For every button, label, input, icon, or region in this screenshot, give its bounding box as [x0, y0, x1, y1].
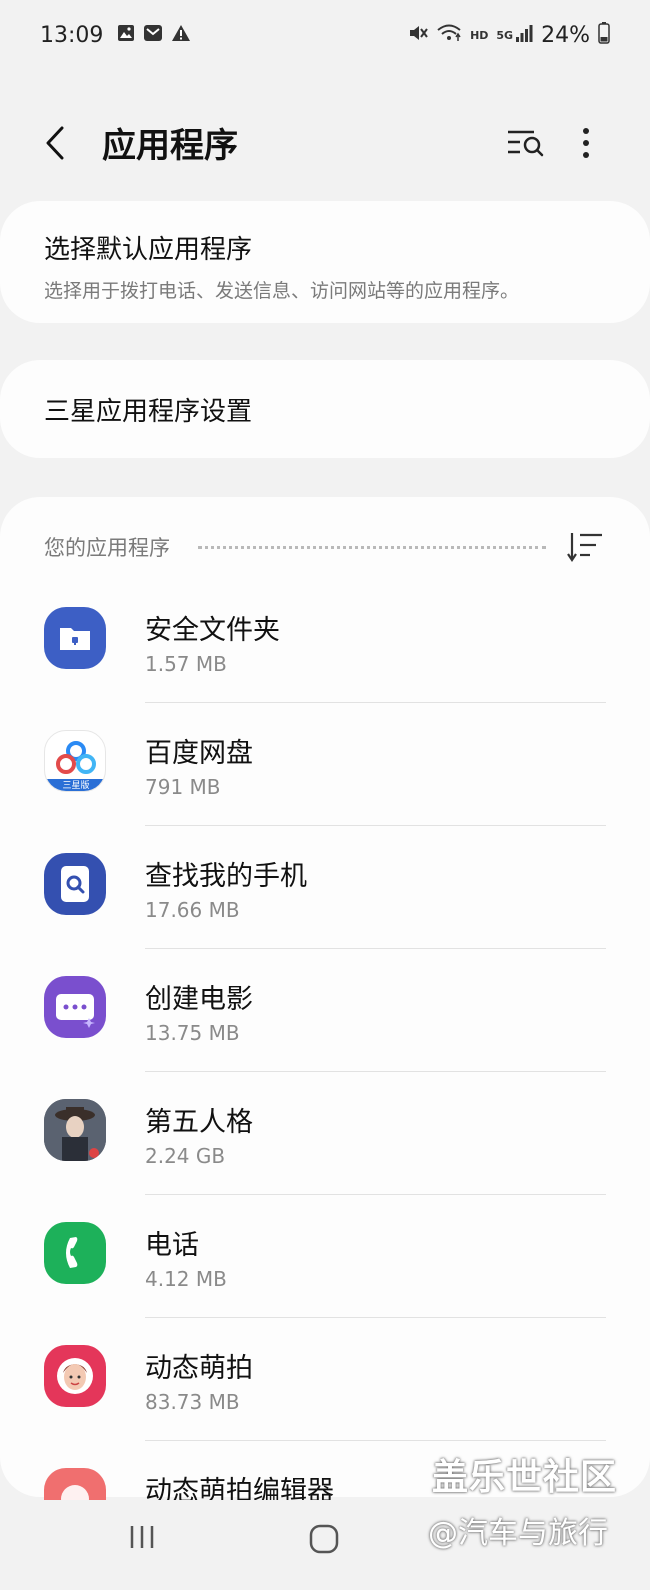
- app-row-movie-creator[interactable]: 创建电影 13.75 MB: [0, 949, 650, 1072]
- app-name: 动态萌拍: [145, 1353, 253, 1384]
- app-size: 83.73 MB: [145, 1390, 240, 1414]
- network-label: 5G: [496, 28, 514, 42]
- app-name: 安全文件夹: [145, 615, 280, 646]
- status-time: 13:09: [40, 22, 104, 48]
- app-size: 2.24 GB: [145, 1144, 226, 1168]
- app-size: 4.12 MB: [145, 1267, 227, 1291]
- recent-apps-icon: [130, 1526, 154, 1548]
- page-title: 应用程序: [102, 126, 238, 166]
- status-left: 13:09: [40, 23, 191, 48]
- default-apps-card[interactable]: 选择默认应用程序 选择用于拨打电话、发送信息、访问网站等的应用程序。: [0, 201, 650, 323]
- samsung-app-settings-title: 三星应用程序设置: [44, 396, 253, 427]
- app-size: 13.75 MB: [145, 1021, 240, 1045]
- ar-emoji-icon: [44, 1345, 106, 1407]
- recent-apps-button[interactable]: [128, 1522, 158, 1552]
- app-row-secure-folder[interactable]: 安全文件夹 1.57 MB: [0, 580, 650, 703]
- wifi-icon: [436, 23, 462, 47]
- app-name: 第五人格: [145, 1107, 253, 1138]
- watermark-title: 盖乐世社区: [432, 1457, 618, 1498]
- sort-icon: [567, 533, 602, 562]
- samsung-app-settings-card[interactable]: 三星应用程序设置: [0, 360, 650, 458]
- find-my-mobile-icon: [44, 853, 106, 915]
- apps-section-label: 您的应用程序: [44, 536, 170, 560]
- app-size: 791 MB: [145, 775, 221, 799]
- app-row-baidu-netdisk[interactable]: 三星版 百度网盘 791 MB: [0, 703, 650, 826]
- app-row-ar-emoji[interactable]: 动态萌拍 83.73 MB: [0, 1318, 650, 1441]
- app-name: 查找我的手机: [145, 861, 307, 892]
- back-arrow-icon: [46, 126, 64, 160]
- app-name: 创建电影: [145, 984, 253, 1015]
- list-search-icon: [508, 130, 544, 157]
- phone-icon: [44, 1222, 106, 1284]
- baidu-badge: 三星版: [62, 781, 90, 791]
- status-bar: 13:09 HD 5G 24%: [0, 0, 650, 70]
- movie-creator-icon: [44, 976, 106, 1038]
- app-name: 百度网盘: [145, 738, 253, 769]
- search-apps-button[interactable]: [504, 122, 548, 162]
- battery-icon: [598, 22, 610, 48]
- app-row-find-my-mobile[interactable]: 查找我的手机 17.66 MB: [0, 826, 650, 949]
- identity-v-icon: [44, 1099, 106, 1161]
- default-apps-subtitle: 选择用于拨打电话、发送信息、访问网站等的应用程序。: [44, 280, 520, 302]
- more-options-button[interactable]: [572, 120, 612, 166]
- more-vert-icon: [583, 128, 589, 158]
- dotted-divider: [198, 545, 546, 549]
- baidu-netdisk-icon: 三星版: [44, 730, 106, 792]
- status-right: HD 5G 24%: [408, 22, 610, 48]
- default-apps-title: 选择默认应用程序: [44, 235, 253, 265]
- apps-section-header: 您的应用程序: [44, 527, 606, 567]
- email-icon: [143, 24, 163, 46]
- warning-icon: [171, 24, 191, 46]
- signal-icon: [515, 23, 533, 47]
- home-button[interactable]: [307, 1522, 341, 1556]
- app-row-phone[interactable]: 电话 4.12 MB: [0, 1195, 650, 1318]
- secure-folder-icon: [44, 607, 106, 669]
- image-icon: [117, 24, 135, 46]
- app-name: 电话: [145, 1230, 199, 1261]
- app-header: 应用程序: [0, 100, 650, 186]
- app-row-identity-v[interactable]: 第五人格 2.24 GB: [0, 1072, 650, 1195]
- mute-icon: [408, 24, 428, 46]
- home-icon: [309, 1524, 339, 1554]
- app-size: 1.57 MB: [145, 652, 227, 676]
- hd-label: HD: [470, 28, 489, 42]
- watermark-author: @汽车与旅行: [428, 1516, 608, 1551]
- sort-button[interactable]: [566, 529, 606, 565]
- your-apps-card: 您的应用程序 安全文件夹 1.57 MB 三星版 百度网盘 791 MB 查找我…: [0, 497, 650, 1530]
- app-size: 17.66 MB: [145, 898, 240, 922]
- back-button[interactable]: [38, 120, 78, 166]
- battery-percent: 24%: [541, 22, 590, 48]
